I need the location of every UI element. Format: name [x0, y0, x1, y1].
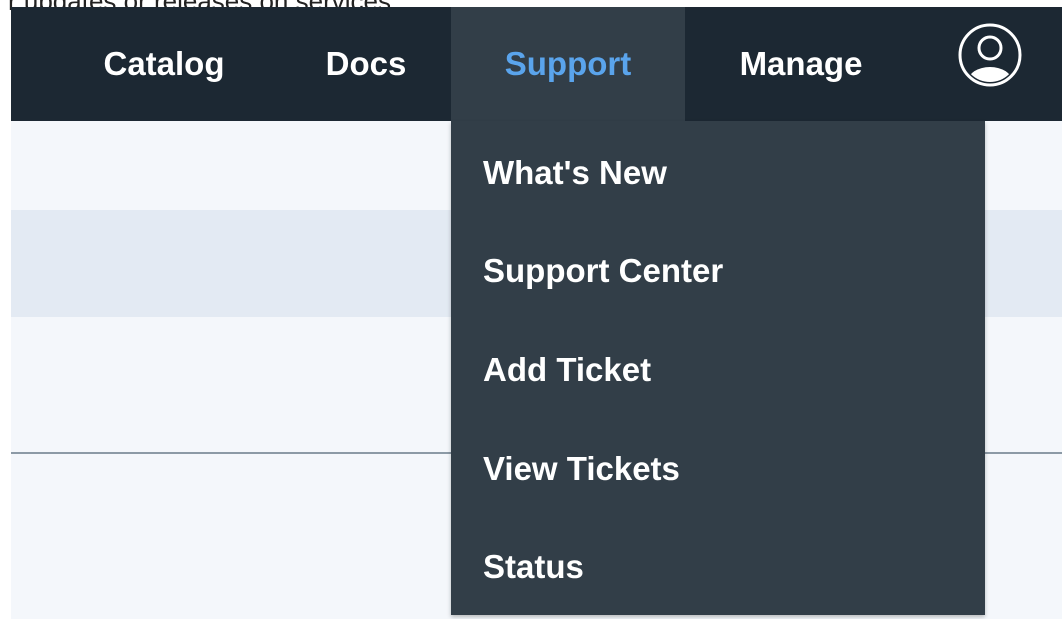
menu-item-add-ticket[interactable]: Add Ticket	[483, 340, 651, 400]
menu-item-status[interactable]: Status	[483, 537, 584, 597]
page: r updates or releases on services. Catal…	[0, 0, 1062, 619]
nav-item-catalog[interactable]: Catalog	[79, 7, 249, 121]
nav-item-support[interactable]: Support	[451, 7, 685, 121]
nav-item-manage[interactable]: Manage	[709, 7, 893, 121]
user-avatar-icon[interactable]	[958, 23, 1022, 87]
nav-item-docs[interactable]: Docs	[301, 7, 431, 121]
user-circle-icon	[958, 23, 1022, 87]
top-navbar: Catalog Docs Support Manage	[11, 7, 1062, 121]
menu-item-view-tickets[interactable]: View Tickets	[483, 439, 680, 499]
menu-item-whats-new[interactable]: What's New	[483, 143, 667, 203]
support-dropdown-menu: What's New Support Center Add Ticket Vie…	[451, 121, 985, 615]
menu-item-support-center[interactable]: Support Center	[483, 241, 723, 301]
